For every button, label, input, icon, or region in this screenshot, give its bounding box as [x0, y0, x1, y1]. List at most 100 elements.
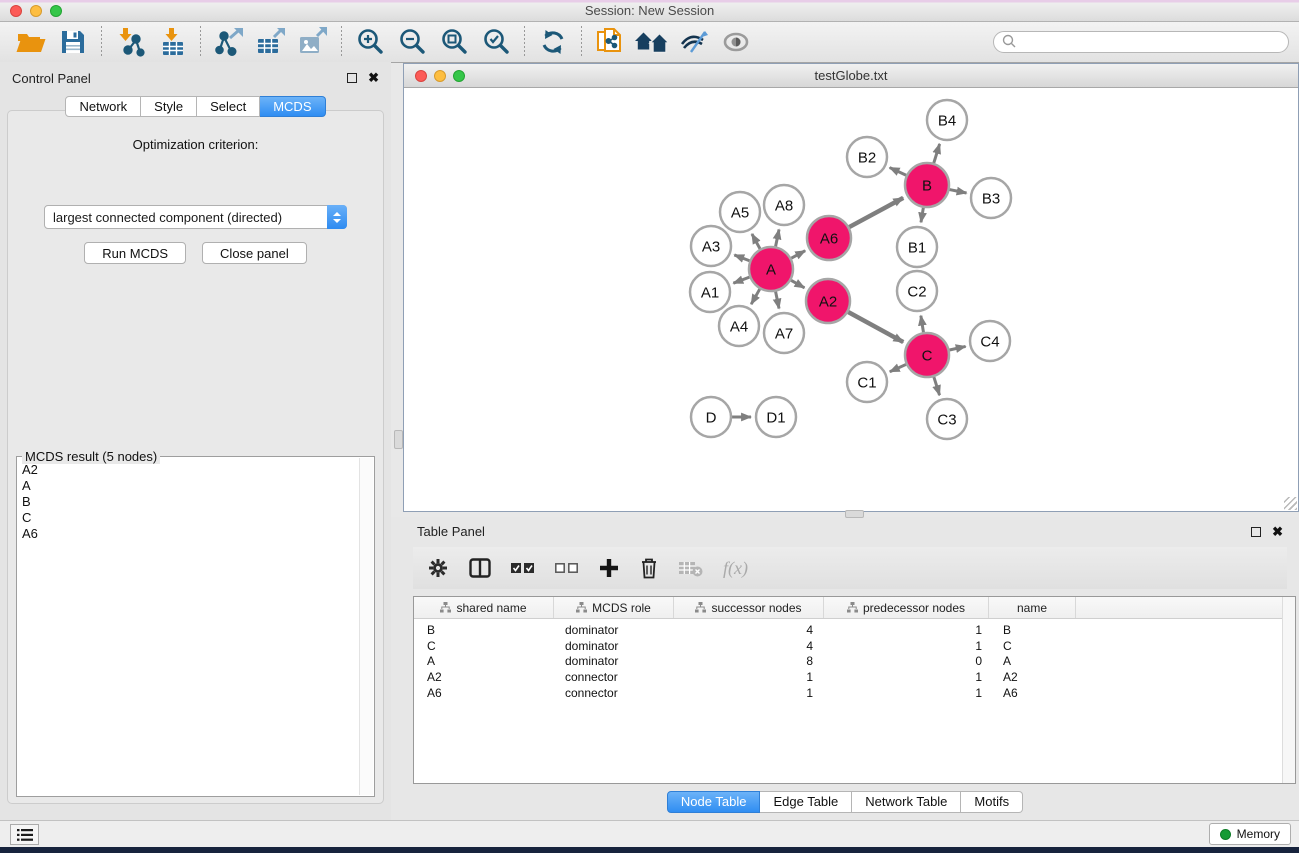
float-panel-icon[interactable]: [347, 73, 357, 83]
tab-edge-table[interactable]: Edge Table: [760, 791, 852, 813]
minimize-window-button[interactable]: [30, 5, 42, 17]
edge-B-B3[interactable]: [950, 190, 967, 193]
zoom-in-icon[interactable]: [349, 24, 391, 60]
export-image-icon[interactable]: [292, 24, 334, 60]
tab-network-table[interactable]: Network Table: [852, 791, 961, 813]
new-network-from-selection-icon[interactable]: [589, 24, 631, 60]
edge-A-A6[interactable]: [791, 251, 805, 258]
show-hide-graphics-details-icon[interactable]: [673, 24, 715, 60]
edge-B-B4[interactable]: [934, 144, 940, 163]
result-item[interactable]: A6: [19, 526, 358, 542]
edge-C-C4[interactable]: [949, 346, 965, 350]
resize-grip-icon[interactable]: [1284, 497, 1297, 510]
result-scrollbar[interactable]: [359, 458, 373, 795]
column-header-mcds-role[interactable]: MCDS role: [554, 597, 674, 618]
search-input[interactable]: [1021, 33, 1288, 51]
edge-A-A5[interactable]: [752, 234, 760, 249]
memory-button[interactable]: Memory: [1209, 823, 1291, 845]
graph-node-label-C1: C1: [857, 374, 876, 391]
table-row[interactable]: Cdominator41C: [414, 638, 1295, 654]
delete-row-icon[interactable]: [639, 557, 659, 579]
close-panel-icon[interactable]: ✖: [368, 73, 379, 83]
table-row[interactable]: Adominator80A: [414, 654, 1295, 670]
edge-C-C2[interactable]: [921, 316, 924, 333]
table-scrollbar[interactable]: [1282, 597, 1295, 783]
network-window-titlebar[interactable]: testGlobe.txt: [404, 64, 1298, 88]
show-column-icon[interactable]: [469, 558, 491, 578]
tab-node-table[interactable]: Node Table: [667, 791, 761, 813]
network-maximize-button[interactable]: [453, 70, 465, 82]
edge-A-A7[interactable]: [776, 292, 779, 309]
search-box[interactable]: [993, 31, 1289, 53]
export-network-icon[interactable]: [208, 24, 250, 60]
optimization-criterion-label: Optimization criterion:: [8, 137, 383, 152]
column-header-shared-name[interactable]: shared name: [414, 597, 554, 618]
close-panel-button[interactable]: Close panel: [202, 242, 307, 264]
network-close-button[interactable]: [415, 70, 427, 82]
horizontal-splitter-handle[interactable]: [845, 510, 864, 518]
tab-style[interactable]: Style: [141, 96, 197, 117]
zoom-fit-icon[interactable]: [433, 24, 475, 60]
close-window-button[interactable]: [10, 5, 22, 17]
table-toolbar: f(x): [413, 547, 1287, 589]
import-table-icon[interactable]: [151, 24, 193, 60]
edge-A2-C[interactable]: [848, 312, 903, 342]
run-mcds-button[interactable]: Run MCDS: [84, 242, 186, 264]
select-all-cells-icon[interactable]: [511, 561, 535, 575]
column-header-name[interactable]: name: [989, 597, 1076, 618]
result-item[interactable]: B: [19, 494, 358, 510]
optimization-criterion-value: largest connected component (directed): [45, 210, 327, 225]
graph-node-label-B3: B3: [982, 190, 1000, 207]
zoom-out-icon[interactable]: [391, 24, 433, 60]
list-icon: [17, 829, 33, 841]
table-tabs: Node TableEdge TableNetwork TableMotifs: [391, 791, 1299, 813]
add-row-icon[interactable]: [599, 558, 619, 578]
graph-node-label-D: D: [706, 409, 717, 426]
close-table-panel-icon[interactable]: ✖: [1272, 527, 1283, 537]
toolbar-separator: [341, 26, 342, 58]
edge-A-A2[interactable]: [791, 280, 804, 288]
table-row[interactable]: Bdominator41B: [414, 622, 1295, 638]
result-item[interactable]: C: [19, 510, 358, 526]
edge-B-B2[interactable]: [890, 168, 907, 176]
tab-motifs[interactable]: Motifs: [961, 791, 1023, 813]
birds-eye-view-icon[interactable]: [715, 24, 757, 60]
edge-C-C1[interactable]: [890, 364, 906, 371]
table-row[interactable]: A6connector11A6: [414, 685, 1295, 701]
edge-A-A1[interactable]: [733, 277, 749, 283]
edge-A-A3[interactable]: [734, 255, 749, 261]
edge-A-A8[interactable]: [776, 229, 779, 246]
refresh-icon[interactable]: [532, 24, 574, 60]
optimization-criterion-select[interactable]: largest connected component (directed): [44, 205, 347, 229]
memory-status-icon: [1220, 829, 1231, 840]
edge-A6-B[interactable]: [849, 198, 903, 227]
network-minimize-button[interactable]: [434, 70, 446, 82]
import-network-icon[interactable]: [109, 24, 151, 60]
edge-B-B1[interactable]: [921, 208, 923, 223]
edge-A-A4[interactable]: [751, 289, 760, 304]
tab-mcds[interactable]: MCDS: [260, 96, 325, 117]
result-item[interactable]: A2: [19, 462, 358, 478]
table-cell: A2: [989, 669, 1076, 685]
table-row[interactable]: A2connector11A2: [414, 669, 1295, 685]
save-session-icon[interactable]: [52, 24, 94, 60]
column-header-predecessor-nodes[interactable]: predecessor nodes: [824, 597, 989, 618]
zoom-selected-icon[interactable]: [475, 24, 517, 60]
home-icon[interactable]: [631, 24, 673, 60]
export-table-icon[interactable]: [250, 24, 292, 60]
dropdown-stepper-icon[interactable]: [327, 205, 347, 229]
tab-select[interactable]: Select: [197, 96, 260, 117]
column-header-successor-nodes[interactable]: successor nodes: [674, 597, 824, 618]
tab-network[interactable]: Network: [65, 96, 141, 117]
network-graph[interactable]: B4B2BB3B1A5A8A6A3AA1A2C2A4A7C4CC1C3DD1: [404, 88, 1298, 511]
result-item[interactable]: A: [19, 478, 358, 494]
vertical-splitter-handle[interactable]: [394, 430, 403, 449]
float-table-panel-icon[interactable]: [1251, 527, 1261, 537]
task-history-button[interactable]: [10, 824, 39, 845]
edge-C-C3[interactable]: [934, 377, 940, 395]
table-settings-icon[interactable]: [427, 557, 449, 579]
open-session-icon[interactable]: [10, 24, 52, 60]
attribute-type-icon: [847, 602, 858, 613]
deselect-all-cells-icon[interactable]: [555, 561, 579, 575]
maximize-window-button[interactable]: [50, 5, 62, 17]
